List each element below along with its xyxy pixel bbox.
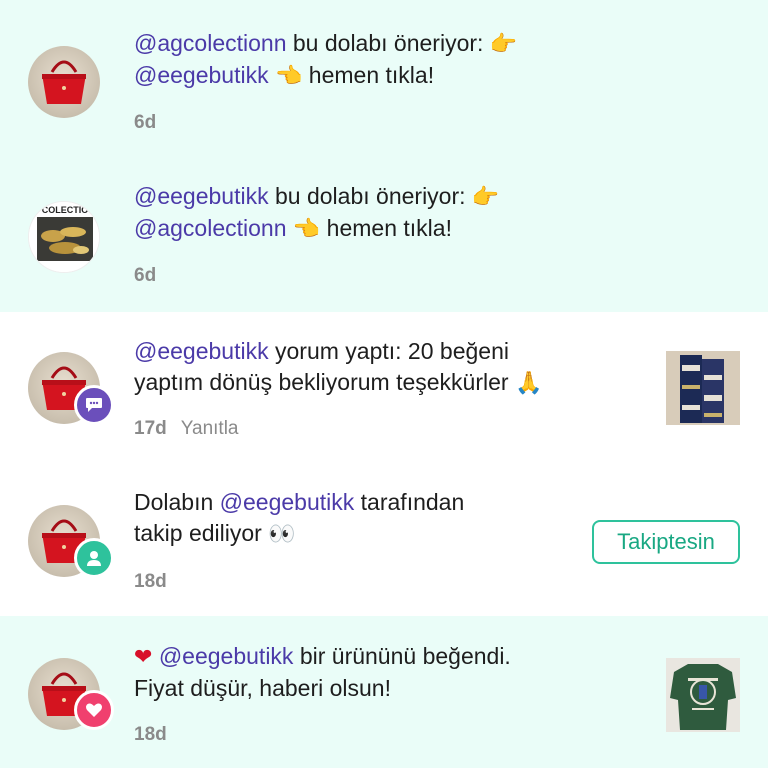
notification-feed: @agcolectionn bu dolabı öneriyor: 👉 @eeg…	[0, 0, 768, 768]
mention-link[interactable]: @eegebutikk	[220, 489, 355, 515]
notification-item[interactable]: Dolabın @eegebutikk tarafından takip edi…	[0, 463, 768, 616]
pointing-right-emoji: 👉	[489, 32, 518, 57]
notification-text: ❤ @eegebutikk bir ürününü beğendi. Fiyat…	[134, 643, 511, 701]
notification-item[interactable]: @agcolectionn bu dolabı öneriyor: 👉 @eeg…	[0, 0, 768, 159]
timestamp: 18d	[134, 724, 167, 745]
mention-link[interactable]: @agcolectionn	[134, 30, 287, 56]
red-heart-emoji: ❤	[134, 645, 153, 670]
timestamp: 17d Yanıtla	[134, 418, 239, 439]
follow-badge	[74, 538, 114, 578]
notification-text: Dolabın @eegebutikk tarafından takip edi…	[134, 489, 465, 547]
user-icon	[87, 551, 101, 566]
avatar-brand-text: COLECTIO	[42, 205, 89, 215]
pointing-left-emoji: 👈	[292, 217, 321, 242]
timestamp: 6d	[134, 265, 157, 286]
eyes-emoji: 👀	[268, 522, 296, 547]
notification-text: @agcolectionn bu dolabı öneriyor: 👉 @eeg…	[134, 30, 518, 89]
product-thumbnail[interactable]	[666, 658, 740, 732]
timestamp: 6d	[134, 112, 157, 133]
notification-item[interactable]: @eegebutikk yorum yaptı: 20 beğeni yaptı…	[0, 312, 768, 463]
avatar[interactable]	[28, 46, 100, 118]
mention-link[interactable]: @agcolectionn	[134, 215, 287, 241]
pointing-right-emoji: 👉	[471, 185, 500, 210]
heart-icon	[86, 703, 102, 717]
notification-text: @eegebutikk bu dolabı öneriyor: 👉 @agcol…	[134, 183, 500, 242]
mention-link[interactable]: @eegebutikk	[134, 62, 269, 88]
timestamp: 18d	[134, 571, 167, 592]
pointing-left-emoji: 👈	[275, 64, 303, 89]
comment-icon	[86, 398, 102, 412]
like-badge	[74, 690, 114, 730]
mention-link[interactable]: @eegebutikk	[159, 643, 294, 669]
comment-badge	[74, 385, 114, 425]
praying-hands-emoji: 🙏	[514, 371, 543, 396]
following-button[interactable]: Takiptesin	[592, 520, 740, 564]
mention-link[interactable]: @eegebutikk	[134, 183, 269, 209]
product-thumbnail[interactable]	[666, 351, 740, 425]
notification-item[interactable]: ❤ @eegebutikk bir ürününü beğendi. Fiyat…	[0, 616, 768, 768]
notification-item[interactable]: COLECTIO @eegebutikk bu dolabı öneriyor:…	[0, 159, 768, 312]
reply-link[interactable]: Yanıtla	[181, 418, 239, 439]
mention-link[interactable]: @eegebutikk	[134, 338, 269, 364]
avatar[interactable]: COLECTIO	[28, 201, 100, 273]
notification-text: @eegebutikk yorum yaptı: 20 beğeni yaptı…	[134, 338, 543, 396]
